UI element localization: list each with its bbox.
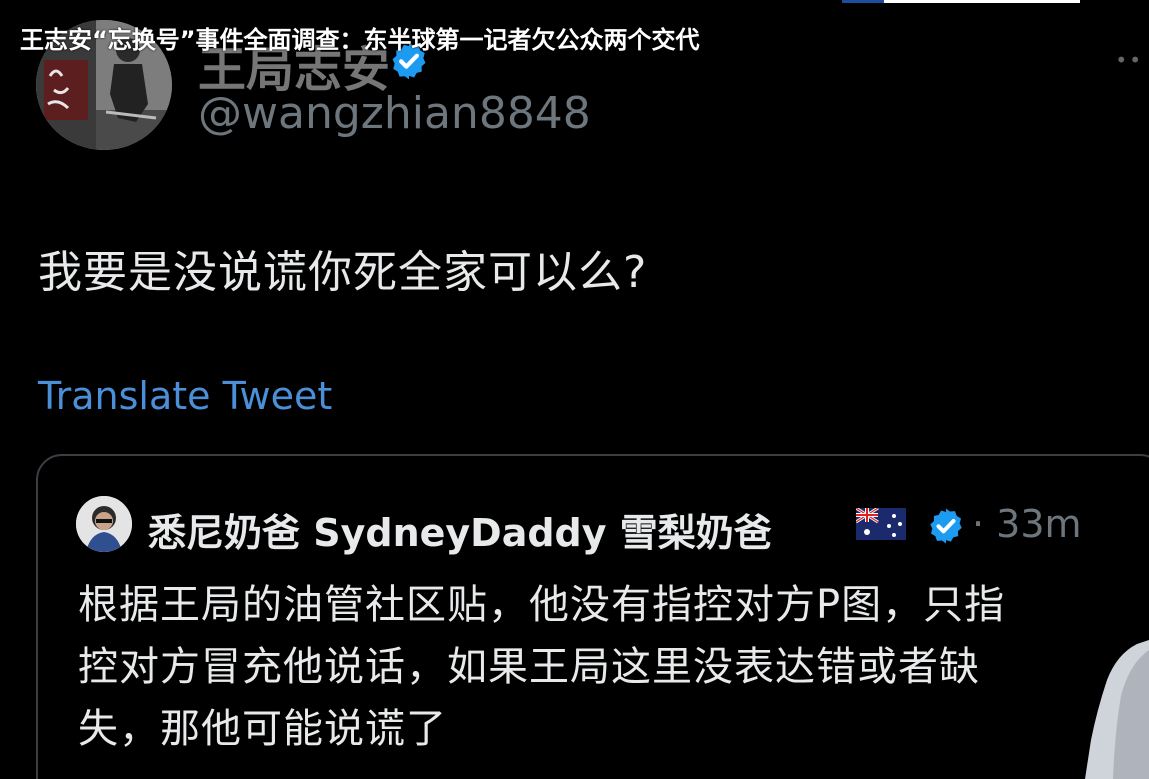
video-title: 王志安“忘换号”事件全面调查：东半球第一记者欠公众两个交代 xyxy=(20,26,700,54)
video-frame: 王志安“忘换号”事件全面调查：东半球第一记者欠公众两个交代 王局志安 •• @w… xyxy=(0,0,1149,779)
verified-badge-icon xyxy=(930,508,962,544)
quoted-tweet-line: 失，那他可能说谎了 xyxy=(78,706,447,752)
more-options-icon[interactable]: •• xyxy=(1115,48,1143,72)
avatar-person-icon xyxy=(76,496,132,552)
australia-flag-icon xyxy=(856,508,906,540)
quoted-tweet-avatar[interactable] xyxy=(76,496,132,552)
tweet-body-text: 我要是没说谎你死全家可以么? xyxy=(38,247,648,298)
top-bar-accent xyxy=(842,0,884,3)
quoted-tweet-timestamp[interactable]: · 33m xyxy=(972,502,1082,546)
quoted-tweet-author-name[interactable]: 悉尼奶爸 SydneyDaddy 雪梨奶爸 xyxy=(148,502,772,557)
quoted-tweet-line: 控对方冒充他说话，如果王局这里没表达错或者缺 xyxy=(78,644,980,690)
top-bar-strip xyxy=(884,0,1080,3)
tweet-handle[interactable]: @wangzhian8848 xyxy=(198,88,591,139)
presenter-silhouette xyxy=(1085,640,1149,779)
quoted-tweet-line: 根据王局的油管社区贴，他没有指控对方P图，只指 xyxy=(78,582,1006,628)
translate-tweet-link[interactable]: Translate Tweet xyxy=(38,374,332,418)
quoted-tweet-body: 根据王局的油管社区贴，他没有指控对方P图，只指 控对方冒充他说话，如果王局这里没… xyxy=(78,574,1138,760)
